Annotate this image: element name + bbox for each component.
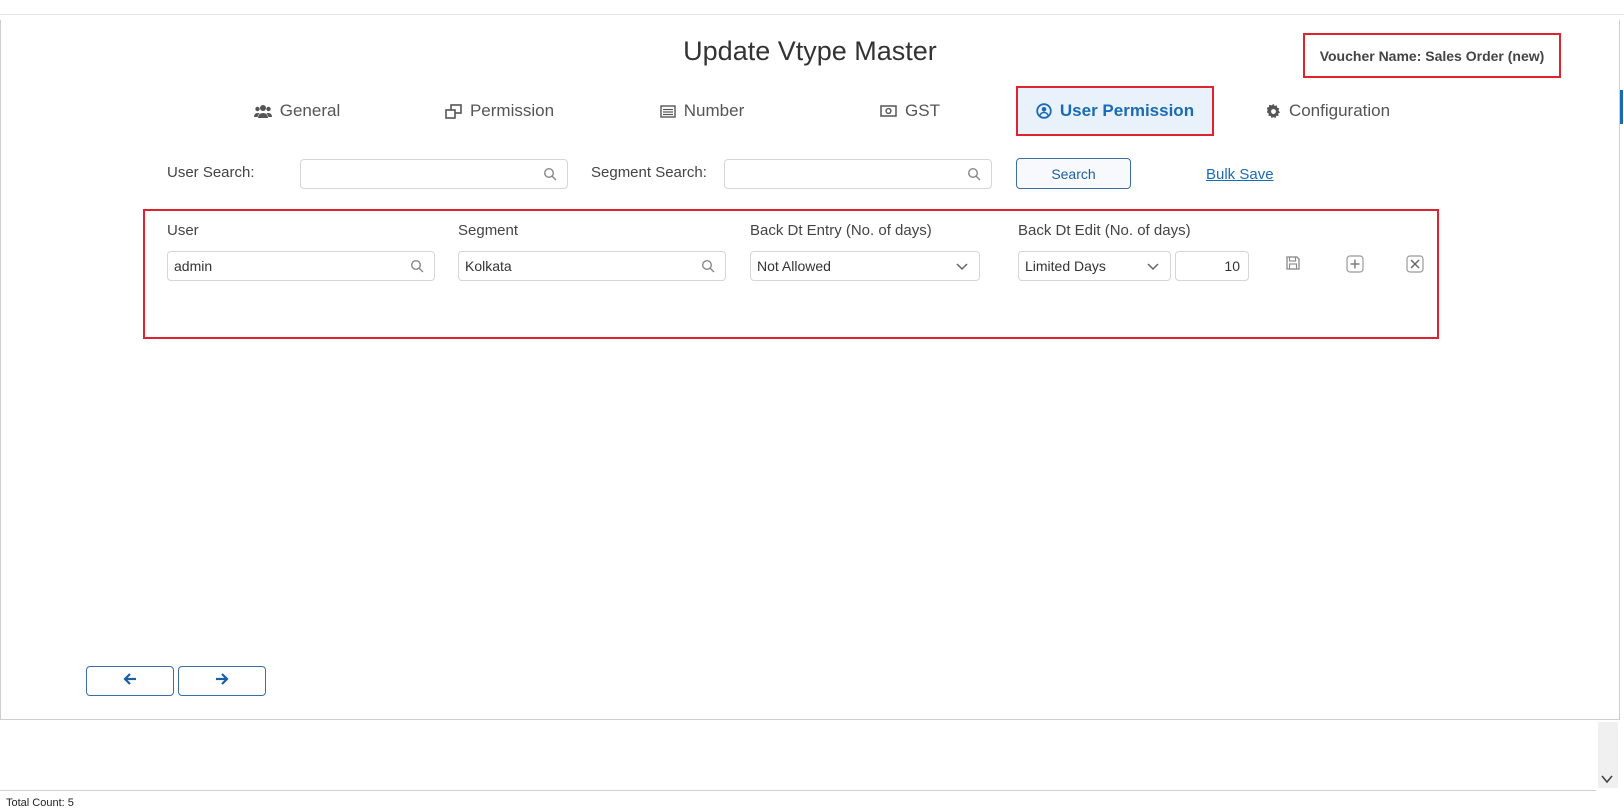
chevron-down-icon (955, 259, 969, 276)
tab-bar: General Permission Number GST User Permi… (0, 86, 1620, 136)
previous-button[interactable] (86, 666, 174, 696)
back-dt-edit-value: Limited Days (1025, 258, 1106, 274)
search-icon[interactable] (543, 167, 557, 186)
search-button[interactable]: Search (1016, 158, 1131, 189)
list-icon (660, 104, 676, 118)
tab-permission-label: Permission (469, 101, 555, 120)
back-dt-entry-select[interactable]: Not Allowed (750, 251, 980, 281)
user-search-label: User Search: (167, 164, 255, 181)
column-header-segment: Segment (458, 222, 519, 239)
segment-search-label: Segment Search: (591, 164, 707, 181)
column-header-back-dt-entry: Back Dt Entry (No. of days) (750, 222, 932, 239)
arrow-left-icon (123, 672, 137, 691)
tab-gst-label: GST (905, 101, 940, 120)
tab-general[interactable]: General (232, 86, 362, 136)
user-circle-icon (1036, 103, 1052, 119)
save-icon[interactable] (1285, 255, 1301, 276)
column-header-user: User (167, 222, 199, 239)
back-dt-edit-select[interactable]: Limited Days (1018, 251, 1171, 281)
segment-search-input[interactable] (733, 160, 969, 190)
search-icon[interactable] (701, 259, 715, 276)
arrow-right-icon (215, 672, 229, 691)
footer-divider (0, 790, 1596, 791)
add-icon[interactable] (1346, 255, 1364, 278)
segment-search-field[interactable] (724, 159, 992, 190)
search-row: User Search: Segment Search: Search Bulk… (0, 158, 1620, 190)
user-search-input[interactable] (309, 160, 545, 190)
back-dt-entry-value: Not Allowed (757, 258, 831, 274)
chevron-down-icon[interactable] (1600, 772, 1614, 790)
tab-permission[interactable]: Permission (432, 86, 567, 136)
segment-field[interactable]: Kolkata (458, 251, 726, 281)
tab-user-permission-label: User Permission (1059, 101, 1195, 120)
close-icon[interactable] (1406, 255, 1424, 278)
tab-number-label: Number (683, 101, 745, 120)
column-header-back-dt-edit: Back Dt Edit (No. of days) (1018, 222, 1191, 239)
tab-user-permission[interactable]: User Permission (1016, 86, 1214, 136)
users-icon (253, 104, 272, 119)
tab-general-label: General (279, 101, 341, 120)
next-button[interactable] (178, 666, 266, 696)
bulk-save-link[interactable]: Bulk Save (1206, 166, 1274, 183)
user-field[interactable]: admin (167, 251, 435, 281)
money-icon (880, 105, 897, 117)
search-icon[interactable] (967, 167, 981, 186)
user-value: admin (174, 258, 213, 274)
tab-configuration[interactable]: Configuration (1248, 86, 1408, 136)
tab-configuration-label: Configuration (1288, 101, 1391, 120)
search-icon[interactable] (410, 259, 424, 276)
voucher-name-box: Voucher Name: Sales Order (new) (1303, 33, 1561, 78)
days-input[interactable]: 10 (1175, 251, 1249, 281)
days-value: 10 (1224, 258, 1240, 274)
voucher-name-label: Voucher Name: Sales Order (new) (1319, 47, 1545, 64)
chevron-down-icon (1146, 259, 1160, 276)
windows-icon (445, 103, 462, 119)
user-permission-grid: User Segment Back Dt Entry (No. of days)… (143, 209, 1439, 339)
user-search-field[interactable] (300, 159, 568, 190)
tab-gst[interactable]: GST (860, 86, 960, 136)
total-count: Total Count: 5 (6, 797, 74, 809)
top-divider (0, 14, 1624, 15)
tab-number[interactable]: Number (642, 86, 762, 136)
gear-icon (1266, 103, 1281, 119)
segment-value: Kolkata (465, 258, 512, 274)
